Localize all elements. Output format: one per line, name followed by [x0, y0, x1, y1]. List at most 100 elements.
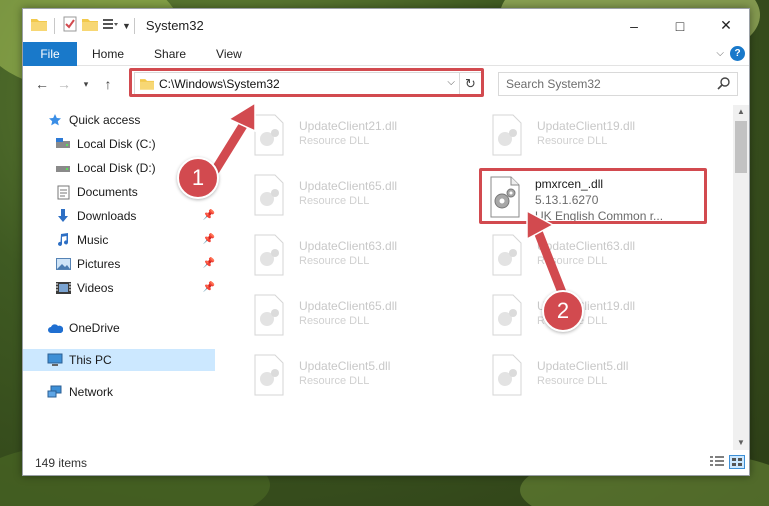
- scroll-thumb[interactable]: [735, 121, 747, 173]
- pin-icon[interactable]: 📌: [203, 258, 215, 269]
- vertical-scrollbar[interactable]: ▲ ▼: [733, 105, 749, 450]
- sidebar-item-label: Pictures: [77, 257, 121, 271]
- sidebar-item-downloads[interactable]: Downloads 📌: [23, 205, 215, 227]
- drive-icon: [55, 136, 71, 152]
- maximize-button[interactable]: □: [657, 9, 703, 42]
- file-name: UpdateClient65.dll: [299, 299, 398, 313]
- sidebar-item-label: Documents: [77, 185, 138, 199]
- file-name: UpdateClient5.dll: [537, 359, 629, 373]
- file-list: UpdateClient21.dll Resource DLL UpdateCli…: [219, 105, 733, 445]
- forward-arrow-icon[interactable]: →: [53, 76, 75, 92]
- list-item[interactable]: UpdateClient5.dll Resource DLL: [487, 353, 707, 403]
- tab-home[interactable]: Home: [77, 47, 139, 61]
- window-controls: – □ ✕: [611, 9, 749, 42]
- expand-ribbon-icon[interactable]: ⌵: [716, 48, 724, 59]
- sidebar-item-label: OneDrive: [69, 321, 120, 335]
- separator: [54, 17, 55, 34]
- up-arrow-icon[interactable]: ↑: [97, 76, 119, 92]
- minimize-button[interactable]: –: [611, 9, 657, 42]
- list-item[interactable]: UpdateClient65.dll Resource DLL: [249, 173, 469, 223]
- dll-file-icon: [254, 354, 284, 396]
- title-bar: ▼ System32 – □ ✕: [23, 9, 749, 42]
- sidebar-item-label: Music: [77, 233, 109, 247]
- pin-icon[interactable]: 📌: [203, 210, 215, 221]
- sidebar-item-label: Local Disk (C:): [77, 137, 156, 151]
- file-highlight-box: [479, 168, 707, 224]
- callout-badge-1: 1: [177, 157, 219, 199]
- videos-icon: [55, 280, 71, 296]
- drive-icon: [55, 160, 71, 176]
- network-icon: [47, 384, 63, 400]
- file-name: UpdateClient63.dll: [299, 239, 398, 253]
- file-description: Resource DLL: [537, 135, 608, 147]
- file-description: Resource DLL: [299, 255, 370, 267]
- quick-access-toolbar: ▼: [31, 16, 131, 35]
- dll-file-icon: [492, 114, 522, 156]
- file-name: UpdateClient21.dll: [299, 119, 398, 133]
- music-icon: [55, 232, 71, 248]
- documents-icon: [55, 184, 71, 200]
- address-highlight-box: [129, 68, 484, 97]
- sidebar-item-onedrive[interactable]: OneDrive: [23, 317, 215, 339]
- file-description: Resource DLL: [299, 375, 370, 387]
- new-folder-icon[interactable]: [82, 17, 98, 34]
- sidebar-item-network[interactable]: Network: [23, 381, 215, 403]
- list-item[interactable]: UpdateClient5.dll Resource DLL: [249, 353, 469, 403]
- customize-icon[interactable]: [102, 17, 118, 34]
- computer-icon: [47, 352, 63, 368]
- scroll-down-icon[interactable]: ▼: [733, 436, 749, 450]
- ribbon-tabs: File Home Share View ⌵ ?: [23, 41, 749, 66]
- search-input[interactable]: Search System32: [498, 72, 738, 96]
- pin-icon[interactable]: 📌: [203, 282, 215, 293]
- file-description: Resource DLL: [299, 195, 370, 207]
- recent-locations-icon[interactable]: ▾: [75, 79, 97, 90]
- file-name: UpdateClient19.dll: [537, 119, 636, 133]
- download-icon: [55, 208, 71, 224]
- list-item[interactable]: UpdateClient65.dll Resource DLL: [249, 293, 469, 343]
- sidebar-item-label: Network: [69, 385, 114, 399]
- list-item[interactable]: UpdateClient21.dll Resource DLL: [249, 113, 469, 163]
- sidebar-item-label: Local Disk (D:): [77, 161, 156, 175]
- ribbon-right: ⌵ ?: [716, 46, 745, 61]
- file-name: UpdateClient5.dll: [299, 359, 391, 373]
- details-view-icon[interactable]: [709, 455, 725, 472]
- dll-file-icon: [254, 294, 284, 336]
- pin-icon[interactable]: 📌: [203, 234, 215, 245]
- large-icons-view-icon[interactable]: [729, 455, 745, 472]
- back-arrow-icon[interactable]: ←: [31, 76, 53, 92]
- pictures-icon: [55, 256, 71, 272]
- close-button[interactable]: ✕: [703, 9, 749, 42]
- scroll-up-icon[interactable]: ▲: [733, 105, 749, 119]
- sidebar-item-videos[interactable]: Videos 📌: [23, 277, 215, 299]
- tab-share[interactable]: Share: [139, 47, 201, 61]
- folder-icon: [31, 17, 47, 34]
- item-count: 149 items: [35, 456, 88, 470]
- tab-view[interactable]: View: [201, 47, 257, 61]
- view-switcher: [709, 455, 745, 472]
- cloud-icon: [47, 320, 63, 336]
- list-item[interactable]: UpdateClient63.dll Resource DLL: [249, 233, 469, 283]
- tab-file[interactable]: File: [23, 41, 77, 66]
- file-description: Resource DLL: [299, 135, 370, 147]
- sidebar-item-pictures[interactable]: Pictures 📌: [23, 253, 215, 275]
- file-description: Resource DLL: [537, 375, 608, 387]
- chevron-down-icon[interactable]: ▼: [122, 21, 131, 31]
- star-icon: [47, 112, 63, 128]
- callout-badge-2: 2: [542, 290, 584, 332]
- list-item[interactable]: UpdateClient19.dll Resource DLL: [487, 113, 707, 163]
- search-icon[interactable]: [717, 76, 731, 93]
- properties-icon[interactable]: [62, 16, 78, 35]
- sidebar-item-music[interactable]: Music 📌: [23, 229, 215, 251]
- dll-file-icon: [492, 354, 522, 396]
- explorer-window: ▼ System32 – □ ✕ File Home Share View ⌵ …: [22, 8, 750, 476]
- sidebar-item-label: Videos: [77, 281, 114, 295]
- search-placeholder: Search System32: [506, 77, 601, 91]
- help-icon[interactable]: ?: [730, 46, 745, 61]
- sidebar-item-label: Quick access: [69, 113, 141, 127]
- file-name: UpdateClient65.dll: [299, 179, 398, 193]
- file-description: Resource DLL: [299, 315, 370, 327]
- status-bar: 149 items: [23, 451, 749, 475]
- window-title: System32: [145, 18, 204, 33]
- sidebar-item-this-pc[interactable]: This PC: [23, 349, 215, 371]
- separator: [133, 17, 135, 34]
